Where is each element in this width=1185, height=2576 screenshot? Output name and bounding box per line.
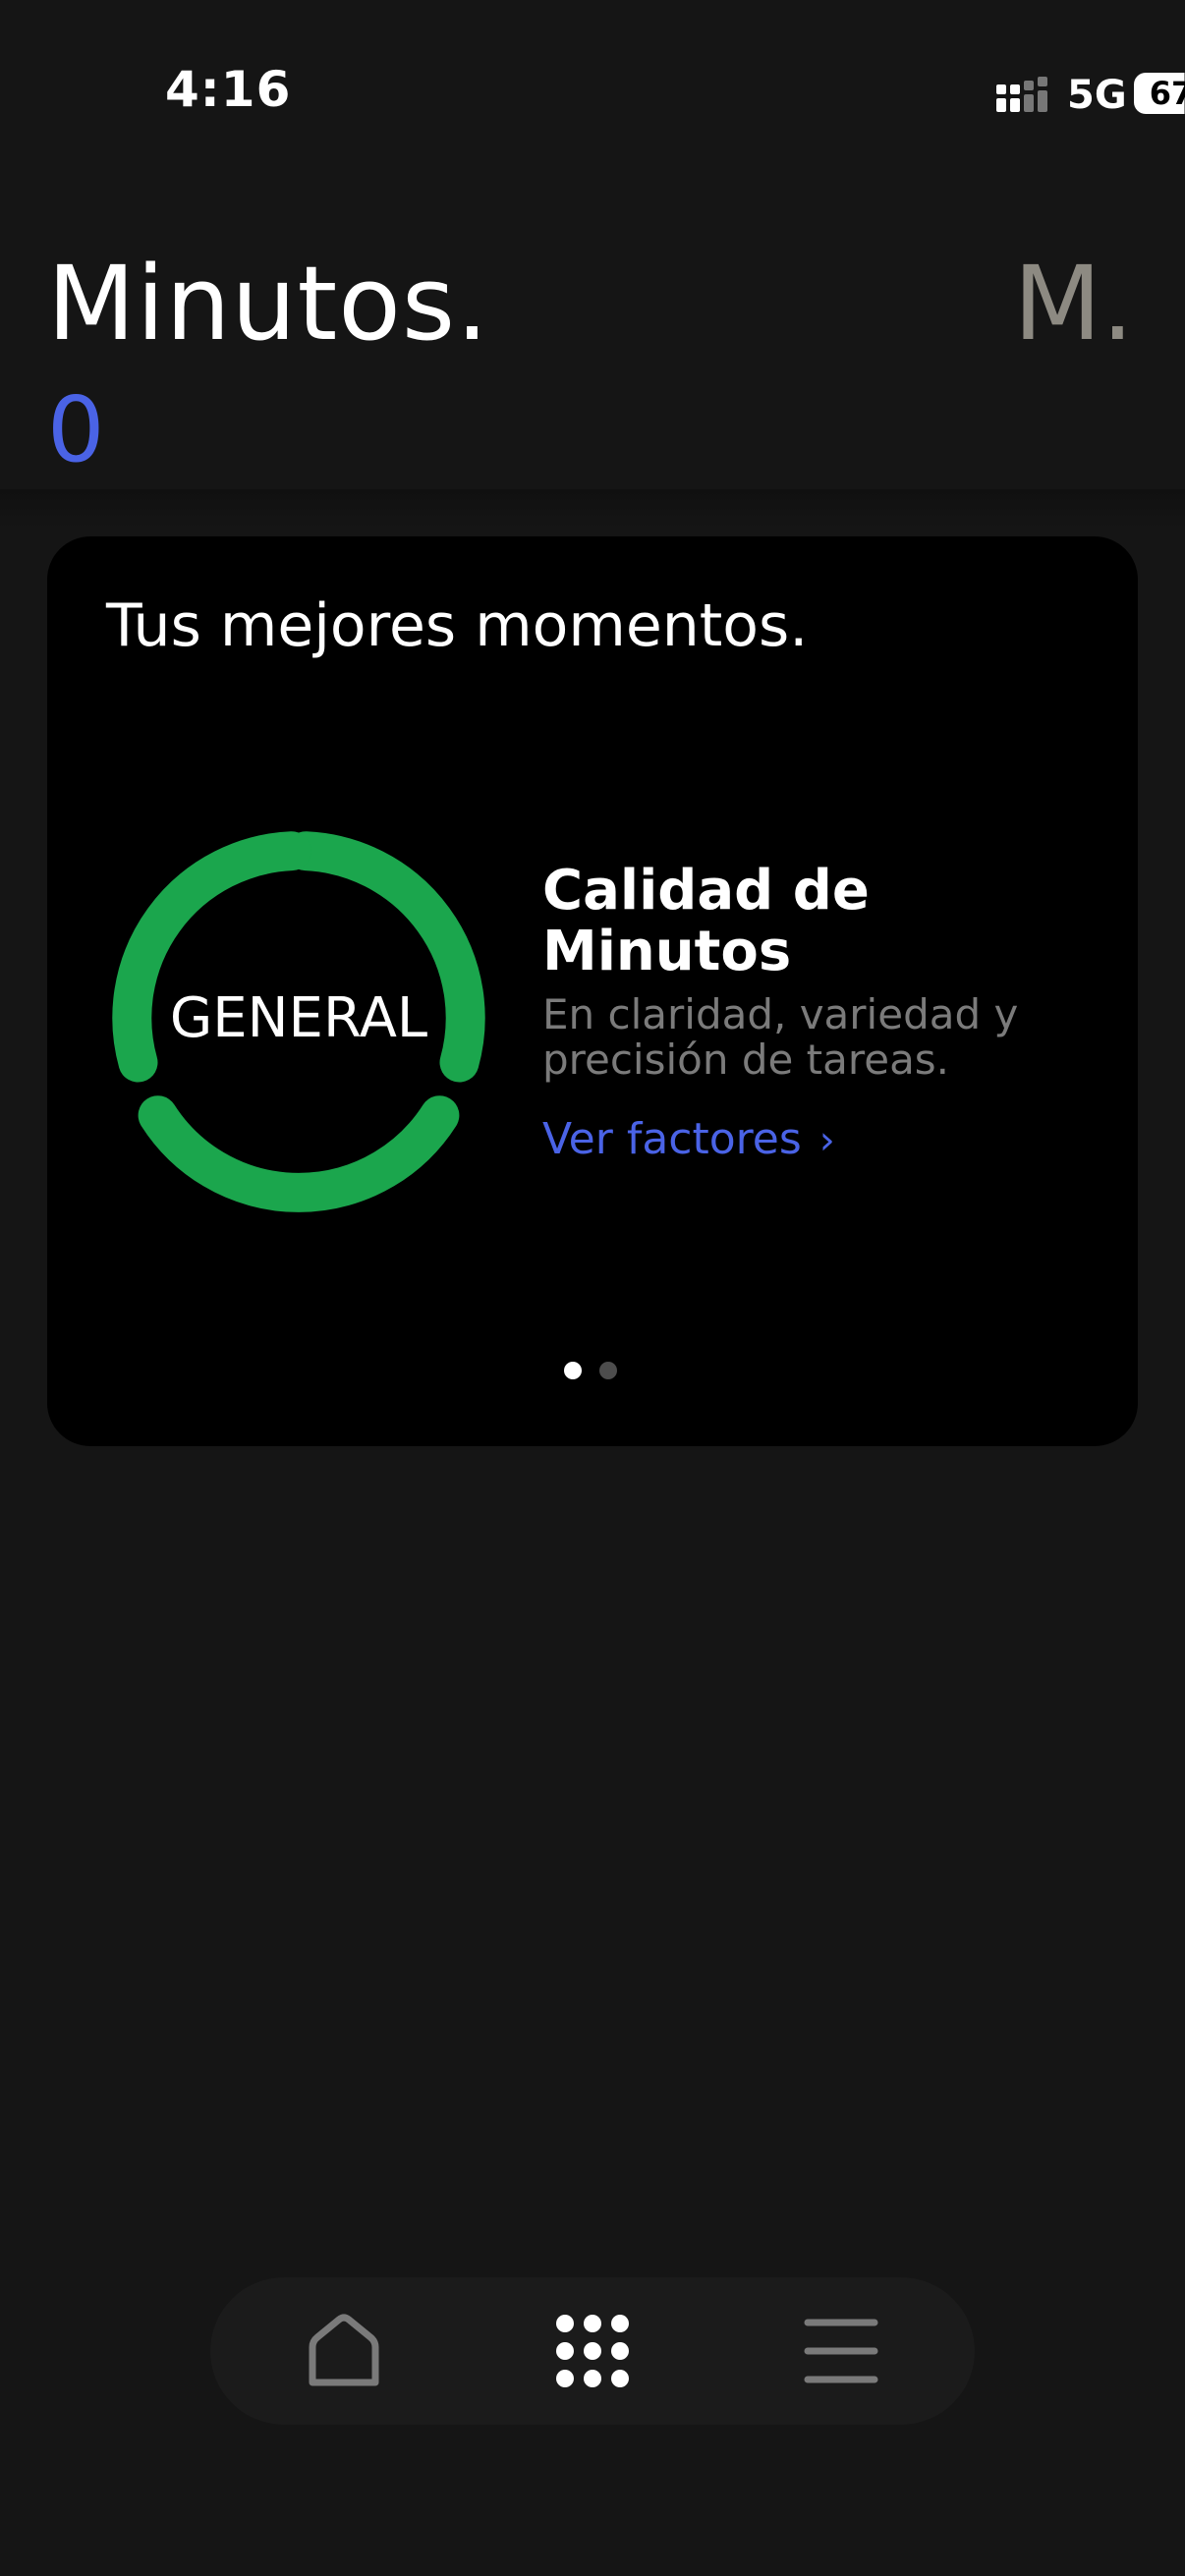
ring-label: GENERAL — [169, 985, 428, 1050]
view-factors-link[interactable]: Ver factores › — [542, 1114, 835, 1164]
battery-icon: 67 — [1134, 73, 1185, 114]
menu-icon — [804, 2319, 878, 2383]
battery-level: 67 — [1149, 75, 1185, 112]
quality-ring: GENERAL — [102, 821, 495, 1214]
nav-home-button[interactable] — [295, 2302, 393, 2400]
view-factors-label: Ver factores — [542, 1114, 802, 1164]
home-icon — [309, 2314, 379, 2386]
status-time: 4:16 — [165, 61, 292, 118]
metric-title: Calidad de Minutos — [542, 859, 870, 983]
bottom-nav — [210, 2277, 975, 2425]
grid-icon — [556, 2315, 629, 2387]
highlights-card[interactable]: Tus mejores momentos. GENERAL Calidad de… — [47, 536, 1138, 1446]
header-divider — [0, 489, 1185, 529]
signal-icon — [996, 77, 1047, 112]
minutes-count: 0 — [47, 377, 105, 482]
profile-avatar[interactable]: M. — [1013, 244, 1134, 364]
card-title: Tus mejores momentos. — [106, 591, 809, 660]
app-screen: 4:16 5G 67 Minutos. 0 M. Tus mejores mom… — [0, 0, 1185, 2576]
metric-description: En claridad, variedad y precisión de tar… — [542, 990, 1019, 1084]
nav-grid-button[interactable] — [543, 2302, 642, 2400]
network-type: 5G — [1067, 73, 1127, 118]
page-dot[interactable] — [599, 1362, 617, 1379]
page-indicator — [564, 1362, 617, 1379]
nav-menu-button[interactable] — [792, 2302, 890, 2400]
page-dot-active[interactable] — [564, 1362, 582, 1379]
chevron-right-icon: › — [818, 1118, 835, 1163]
page-title: Minutos. — [47, 244, 490, 364]
